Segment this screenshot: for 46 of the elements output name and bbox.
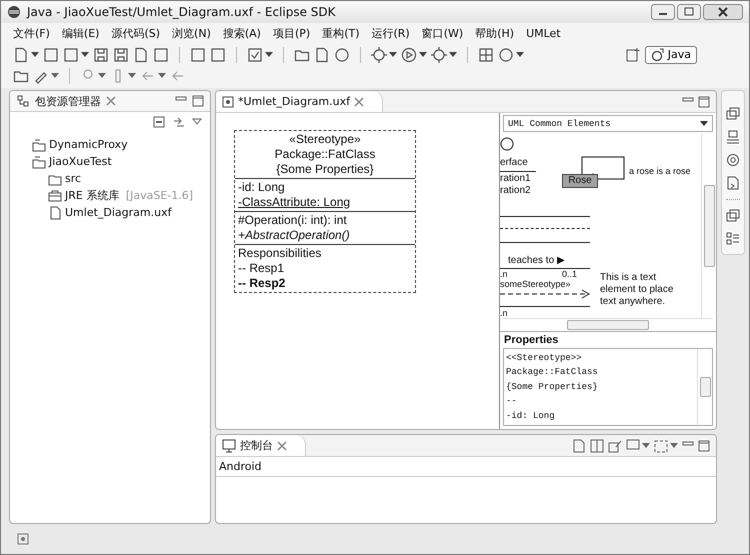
palette-text: a rose is a rose [629, 166, 691, 178]
palette-text: This is a text element to place text anywhere. [600, 272, 674, 308]
palette-text: ration2 [500, 185, 531, 198]
menu-item[interactable]: 重构(T) [322, 26, 360, 40]
tree-item[interactable]: src [48, 170, 82, 187]
menu-item[interactable]: 源代码(S) [111, 26, 160, 40]
palette-text: .n [500, 308, 508, 318]
menu-item[interactable]: UMLet [526, 26, 561, 40]
perspective-button[interactable]: Java [644, 46, 697, 64]
class-text: #Operation(i: int): int [238, 213, 347, 228]
palette-text: ration1 [500, 173, 531, 186]
section-title: Properties [503, 332, 560, 348]
console-tab[interactable]: 控制台 [216, 435, 306, 456]
properties-text-area[interactable]: <<Stereotype>> Package::FatClass {Some Properties} -- -id: Long [503, 348, 713, 426]
palette-text: .n [500, 269, 508, 280]
palette-selector[interactable]: UML Common Elements [503, 115, 713, 132]
class-text: Responsibilities [238, 246, 322, 261]
class-text: -- Resp2 [238, 276, 286, 291]
tree-item[interactable]: DynamicProxy [32, 136, 128, 153]
tree-item[interactable]: Umlet_Diagram.uxf [48, 204, 172, 221]
tree-item[interactable]: JRE 系统库 [JavaSE-1.6] [48, 187, 194, 204]
menu-item[interactable]: 搜索(A) [222, 26, 261, 40]
palette-text: teaches to ▶ [508, 255, 565, 268]
palette-text: someStereotype» [500, 279, 571, 290]
menu-item[interactable]: 帮助(H) [475, 26, 514, 40]
class-text: {Some Properties} [276, 162, 374, 177]
palette-text: 0..1 [562, 269, 578, 280]
menu-item[interactable]: 浏览(N) [172, 26, 211, 40]
menu-item[interactable]: 窗口(W) [422, 26, 464, 40]
tree-item[interactable]: JiaoXueTest [32, 153, 112, 170]
uml-class[interactable]: Rose [562, 174, 598, 188]
menu-item[interactable]: 编辑(E) [62, 26, 100, 40]
class-text: Package::FatClass [274, 147, 376, 162]
window-title: Java - JiaoXueTest/Umlet_Diagram.uxf - Eclipse SDK [27, 5, 336, 19]
editor-tab[interactable]: *Umlet_Diagram.uxf [216, 91, 383, 112]
class-text: -- Resp1 [238, 261, 284, 276]
menu-item[interactable]: 文件(F) [13, 26, 50, 40]
class-text: +AbstractOperation() [238, 228, 350, 243]
menu-item[interactable]: 项目(P) [272, 26, 310, 40]
class-text: -ClassAttribute: Long [238, 195, 350, 210]
class-text: «Stereotype» [289, 132, 361, 147]
menu-item[interactable]: 运行(R) [372, 26, 410, 40]
palette-text: erface [500, 157, 528, 170]
uml-class[interactable]: «Stereotype» Package::FatClass {Some Properties} -id: Long -ClassAttribute: Long #Operation(i: int): int +AbstractOperation() Responsibilities -- Resp1 -- Resp2 [234, 130, 416, 293]
class-text: -id: Long [238, 180, 285, 195]
console-label: Android [218, 459, 263, 475]
